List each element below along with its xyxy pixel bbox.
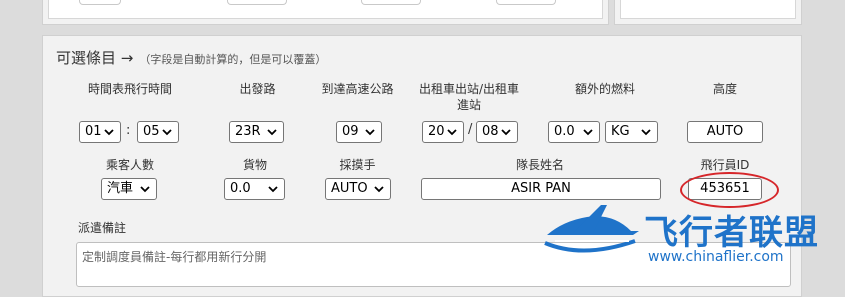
chevron-down-icon	[501, 129, 511, 136]
chevron-down-icon	[104, 129, 114, 136]
cargo-select[interactable]: 0.0	[224, 178, 285, 200]
section-title-text: 可選條目 →	[56, 49, 134, 67]
chevron-down-icon	[365, 129, 375, 136]
chevron-down-icon	[374, 186, 384, 193]
arrival-runway-select[interactable]: 09	[336, 121, 382, 143]
top-field-stub	[361, 0, 421, 5]
passengers-select[interactable]: 汽車	[101, 178, 157, 200]
fuel-unit-value: KG	[611, 124, 630, 139]
extra-fuel-select[interactable]: 0.0	[548, 121, 600, 143]
chevron-down-icon	[267, 129, 277, 136]
top-field-stub	[496, 0, 556, 5]
chevron-down-icon	[268, 186, 278, 193]
label-taxi: 出租車出站/出租車進站	[418, 82, 520, 112]
time-separator: :	[126, 123, 131, 138]
label-arrival-runway: 到達高速公路	[321, 82, 394, 96]
hours-value: 01	[85, 124, 102, 139]
minutes-select[interactable]: 05	[137, 121, 179, 143]
pilot-id-input[interactable]: 453651	[688, 178, 762, 200]
label-pilot-id: 飛行員ID	[700, 158, 750, 172]
taxi-in-select[interactable]: 08	[476, 121, 518, 143]
section-note: （字段是自動計算的，但是可以覆蓋）	[139, 53, 327, 66]
departure-runway-value: 23R	[235, 124, 261, 139]
departure-runway-select[interactable]: 23R	[229, 121, 284, 143]
taxi-in-value: 08	[482, 124, 499, 139]
chinaflier-logo-icon	[544, 205, 639, 253]
label-cargo: 貨物	[242, 158, 267, 172]
hours-select[interactable]: 01	[79, 121, 121, 143]
captain-name-input[interactable]: ASIR PAN	[421, 178, 661, 200]
label-dispatch-notes: 派遣備註	[78, 221, 127, 235]
label-altitude: 高度	[712, 82, 737, 96]
label-passengers: 乘客人數	[105, 158, 154, 172]
watermark-brand: 飞行者联盟	[644, 213, 819, 253]
chevron-down-icon	[447, 129, 457, 136]
top-panel-right-inner	[620, 0, 796, 19]
arrival-runway-value: 09	[342, 124, 359, 139]
chevron-down-icon	[583, 129, 593, 136]
top-field-stub	[79, 0, 121, 5]
taxi-out-value: 20	[428, 124, 445, 139]
cargo-value: 0.0	[230, 181, 251, 196]
label-departure-runway: 出發路	[239, 82, 276, 96]
top-field-stub	[227, 0, 287, 5]
taxi-separator: /	[468, 122, 473, 137]
label-extra-fuel: 額外的燃料	[574, 82, 635, 96]
pilot-mode-value: AUTO	[331, 181, 368, 196]
chevron-down-icon	[140, 186, 150, 193]
label-schedule-time: 時間表飛行時間	[87, 82, 172, 96]
extra-fuel-value: 0.0	[554, 124, 575, 139]
watermark-url: www.chinaflier.com	[648, 249, 784, 265]
section-title: 可選條目 → （字段是自動計算的，但是可以覆蓋）	[56, 47, 326, 68]
fuel-unit-select[interactable]: KG	[605, 121, 658, 143]
taxi-out-select[interactable]: 20	[422, 121, 464, 143]
altitude-input[interactable]: AUTO	[687, 121, 763, 143]
top-panel-left-inner	[48, 0, 603, 19]
pilot-mode-select[interactable]: AUTO	[325, 178, 391, 200]
label-pilot-mode: 採摸手	[339, 158, 376, 172]
chevron-down-icon	[641, 129, 651, 136]
label-captain-name: 隊長姓名	[515, 158, 564, 172]
passengers-value: 汽車	[107, 181, 134, 196]
minutes-value: 05	[143, 124, 160, 139]
chevron-down-icon	[162, 129, 172, 136]
